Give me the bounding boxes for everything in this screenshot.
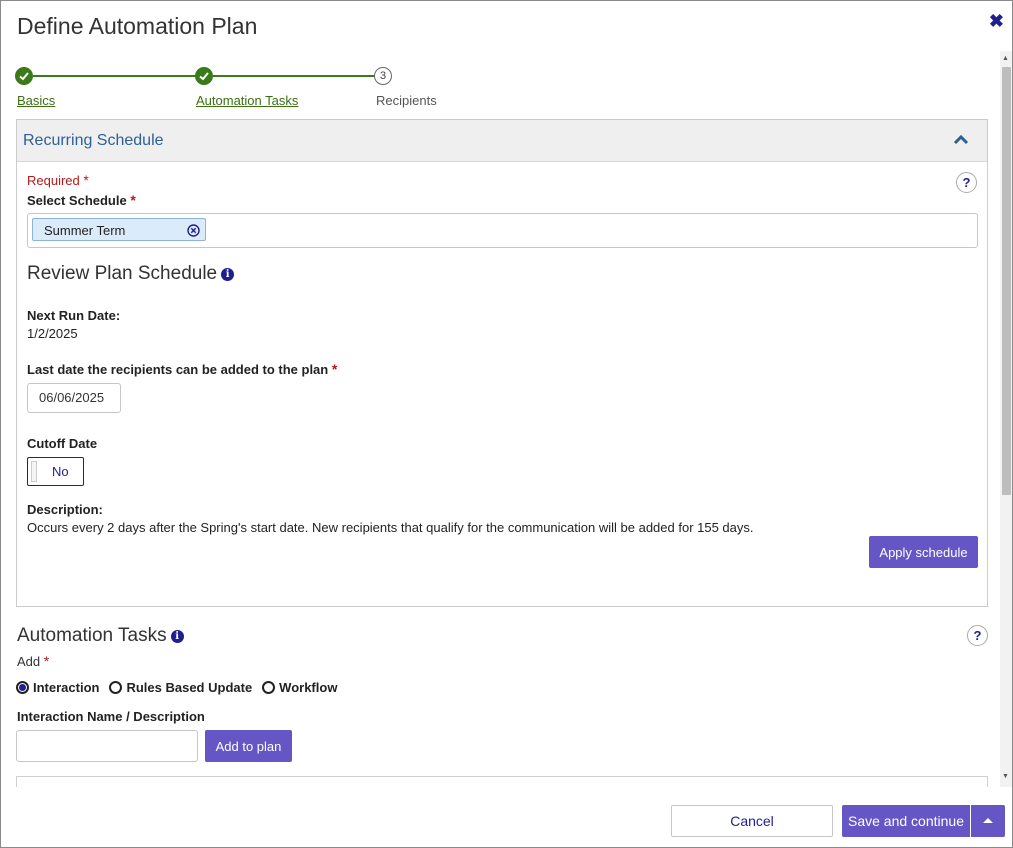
info-icon[interactable]: i [221, 268, 235, 281]
remove-chip-icon[interactable] [187, 224, 200, 237]
next-run-label: Next Run Date: [27, 308, 121, 323]
chevron-up-icon[interactable] [951, 130, 971, 150]
add-text: Add [17, 654, 41, 669]
dialog-footer: Cancel Save and continue [1, 787, 1012, 847]
scroll-up-icon[interactable]: ▲ [1002, 55, 1009, 62]
check-circle-icon [195, 67, 213, 85]
help-icon[interactable]: ? [967, 625, 988, 646]
radio-rules-based-update[interactable]: Rules Based Update [109, 680, 252, 695]
radio-button-icon[interactable] [109, 681, 123, 694]
save-options-caret-icon[interactable] [971, 805, 1005, 837]
step-recipients: Recipients [376, 93, 437, 108]
info-icon[interactable]: i [170, 630, 184, 643]
panel-header[interactable]: Recurring Schedule [17, 120, 987, 162]
automation-plan-dialog: Define Automation Plan ✖ Basics Automati… [0, 0, 1013, 848]
help-icon[interactable]: ? [956, 172, 977, 193]
add-to-plan-button[interactable]: Add to plan [205, 730, 292, 762]
stepper-connector [33, 75, 203, 77]
select-schedule-text: Select Schedule [27, 193, 127, 208]
cutoff-toggle[interactable]: No [27, 457, 84, 486]
last-date-input[interactable]: 06/06/2025 [27, 383, 121, 413]
toggle-value: No [52, 464, 69, 479]
save-and-continue-button[interactable]: Save and continue [842, 805, 970, 837]
scroll-thumb[interactable] [1002, 67, 1011, 495]
required-asterisk: * [130, 192, 136, 208]
automation-tasks-title: Automation Tasks [17, 625, 167, 646]
description-text: Occurs every 2 days after the Spring's s… [27, 520, 754, 535]
interaction-name-input[interactable] [16, 730, 198, 762]
chip-label: Summer Term [44, 223, 126, 238]
required-asterisk: * [43, 653, 50, 669]
scroll-down-icon[interactable]: ▼ [1002, 773, 1009, 780]
next-run-value: 1/2/2025 [27, 326, 78, 341]
step-basics[interactable]: Basics [17, 93, 55, 108]
schedule-multiselect[interactable]: Summer Term [27, 213, 978, 248]
close-icon[interactable]: ✖ [989, 11, 1004, 32]
last-date-text: Last date the recipients can be added to… [27, 362, 329, 377]
stepper-connector [213, 75, 375, 77]
required-asterisk: * [331, 361, 338, 377]
add-label: Add * [17, 653, 49, 669]
scrollbar[interactable]: ▲ ▼ [1000, 51, 1012, 787]
automation-tasks-heading: Automation Tasks i [17, 625, 184, 647]
step-number-badge: 3 [374, 67, 392, 85]
select-schedule-label: Select Schedule * [27, 192, 136, 208]
radio-button-icon[interactable] [16, 681, 29, 694]
apply-schedule-button[interactable]: Apply schedule [869, 536, 978, 568]
toggle-knob [31, 461, 37, 482]
radio-label: Interaction [33, 680, 100, 695]
radio-button-icon[interactable] [262, 681, 276, 694]
dialog-title: Define Automation Plan [17, 13, 258, 39]
radio-label: Workflow [279, 680, 338, 695]
schedule-chip: Summer Term [32, 218, 206, 241]
review-plan-title: Review Plan Schedule [27, 263, 218, 284]
automation-tasks-list [16, 776, 988, 787]
radio-interaction[interactable]: Interaction [16, 680, 99, 695]
check-circle-icon [15, 67, 33, 85]
last-date-label: Last date the recipients can be added to… [27, 361, 337, 377]
task-type-radio-group: Interaction Rules Based Update Workflow [16, 680, 337, 695]
review-plan-heading: Review Plan Schedule i [27, 263, 235, 285]
cancel-button[interactable]: Cancel [671, 805, 833, 837]
wizard-stepper: Basics Automation Tasks 3 Recipients [15, 67, 455, 113]
description-label: Description: [27, 502, 103, 517]
required-text: Required [27, 173, 80, 188]
recurring-schedule-panel: Recurring Schedule Required * ? Select S… [16, 119, 988, 607]
interaction-name-label: Interaction Name / Description [17, 709, 205, 724]
radio-workflow[interactable]: Workflow [262, 680, 337, 695]
required-note: Required * [27, 172, 89, 188]
radio-label: Rules Based Update [126, 680, 253, 695]
panel-title: Recurring Schedule [23, 132, 164, 149]
dialog-content: Recurring Schedule Required * ? Select S… [1, 119, 1001, 787]
step-automation-tasks[interactable]: Automation Tasks [196, 93, 298, 108]
required-asterisk: * [83, 172, 89, 188]
cutoff-label: Cutoff Date [27, 436, 98, 451]
